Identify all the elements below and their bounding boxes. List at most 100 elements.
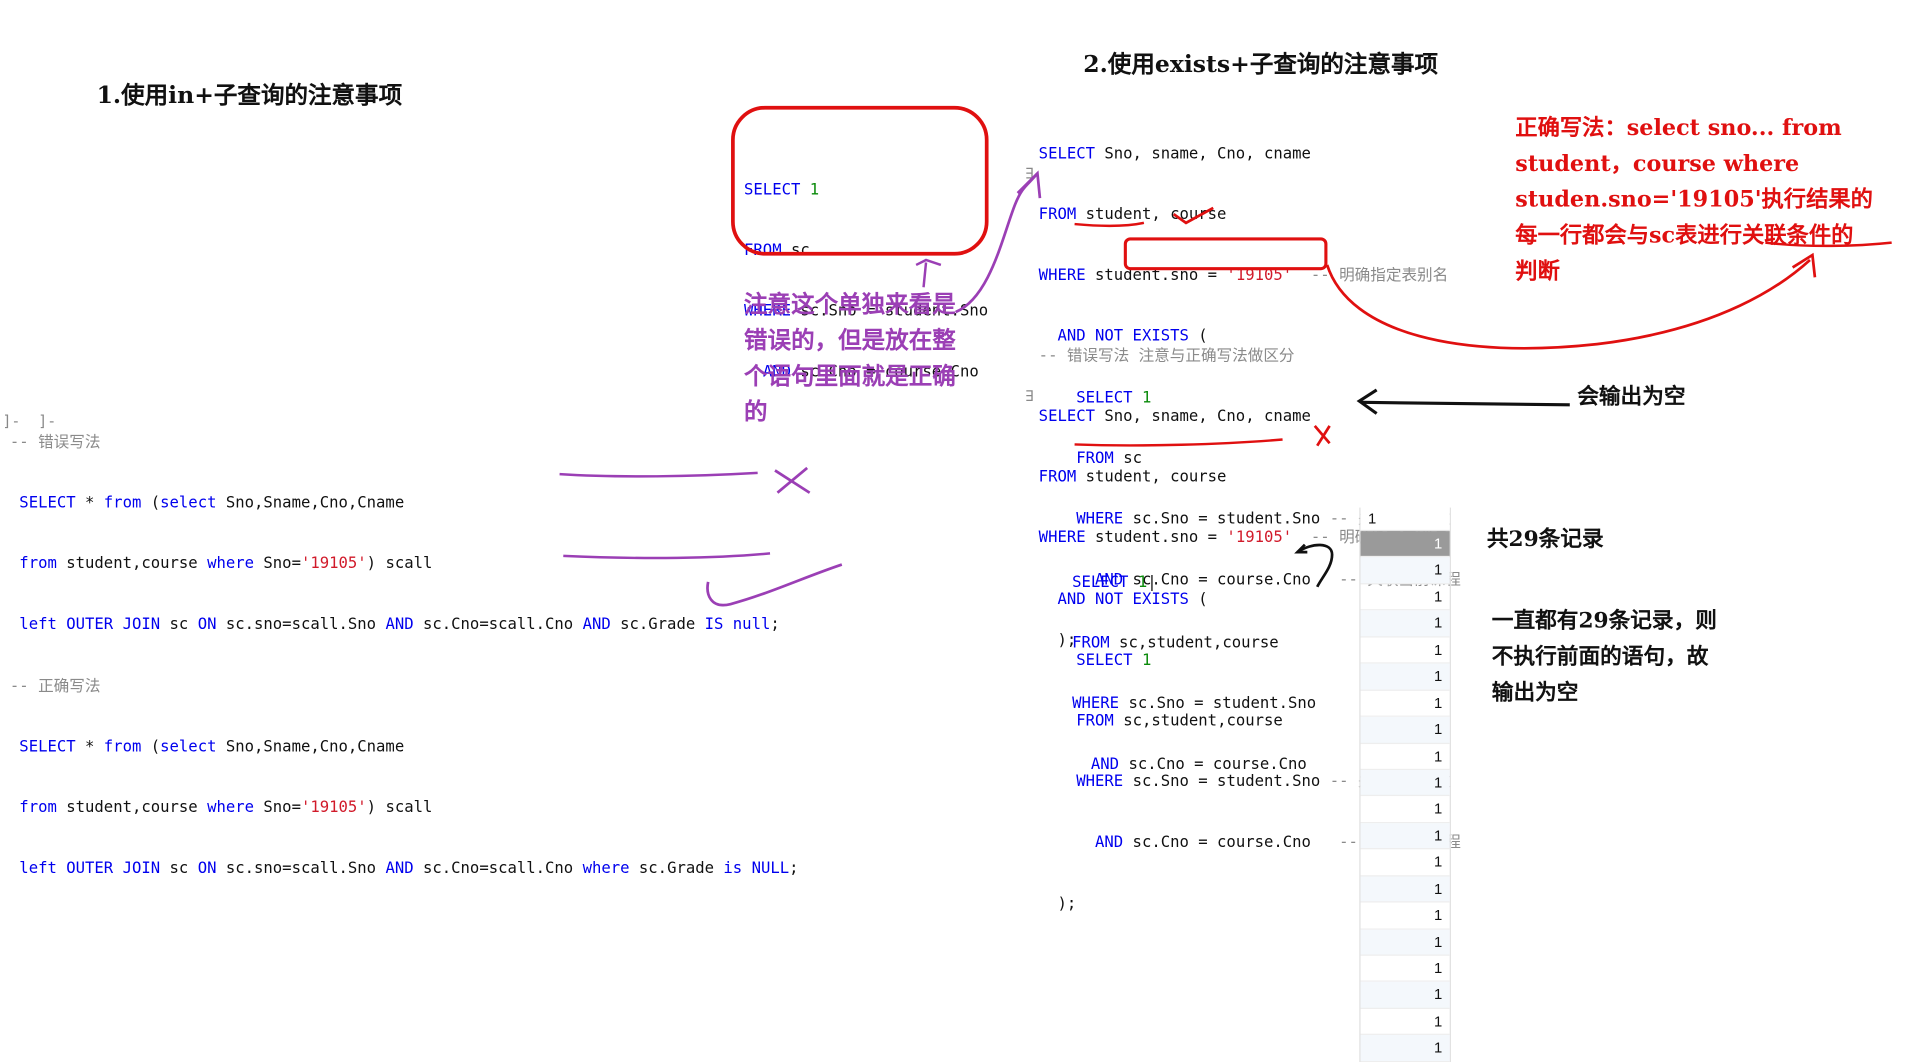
code-text: sc,student,course	[1109, 632, 1279, 652]
heading-in-subquery: 1.使用in+子查询的注意事项	[96, 81, 403, 109]
comment: -- 错误写法	[9, 431, 101, 451]
result-grid-cell[interactable]: 1	[1360, 823, 1450, 850]
fold-marker[interactable]: ∃	[1025, 163, 1034, 183]
purple-note: 注意这个单独来看是 错误的，但是放在整 个语句里面就是正确 的	[744, 290, 956, 426]
result-grid-cell[interactable]: 1	[1360, 531, 1450, 558]
keyword: OUTER JOIN	[56, 858, 161, 877]
left-code-editor[interactable]: -- 错误写法 SELECT * from (select Sno,Sname,…	[10, 391, 799, 919]
result-grid-cell[interactable]: 1	[1360, 663, 1450, 691]
code-line: FROM sc	[744, 240, 988, 260]
code-text: sc	[160, 614, 198, 634]
result-grid-cell[interactable]: 1	[1360, 769, 1450, 797]
code-line: -- 错误写法	[10, 432, 799, 452]
explanation-note: 一直都有29条记录，则 不执行前面的语句，故 输出为空	[1491, 609, 1717, 706]
code-text: sc.sno=scall.Sno	[216, 614, 386, 634]
keyword: is	[723, 858, 743, 877]
code-text: Sno,Sname,Cno,Cname	[216, 492, 405, 512]
code-line: AND sc.Cno = course.Cno	[1072, 754, 1316, 774]
result-grid-cell[interactable]: 1	[1360, 929, 1450, 956]
code-line: -- 正确写法	[10, 675, 799, 695]
code-line: WHERE student.sno = '19105' -- 明确指定表别名	[1039, 265, 1461, 285]
keyword: left	[19, 858, 57, 877]
code-line: from student,course where Sno='19105') s…	[10, 797, 799, 817]
keyword: AND	[1090, 754, 1120, 774]
keyword: ON	[197, 614, 217, 634]
keyword: from	[103, 492, 142, 512]
code-text: );	[1057, 893, 1077, 912]
result-grid-cell[interactable]: 1	[1360, 956, 1450, 983]
code-text: sc	[160, 858, 198, 877]
code-line: SELECT 1	[744, 179, 988, 199]
code-text: sc.Sno = student.Sno	[1119, 693, 1317, 713]
keyword: SELECT	[1038, 143, 1096, 162]
code-line: SELECT Sno, sname, Cno, cname	[1039, 406, 1461, 426]
keyword: from	[103, 736, 142, 755]
code-text: (	[141, 736, 161, 755]
keyword: IS	[704, 614, 724, 634]
keyword: where	[582, 858, 630, 877]
keyword: from	[19, 797, 57, 816]
result-grid-cell[interactable]: 1	[1360, 1035, 1450, 1062]
code-line: SELECT Sno, sname, Cno, cname	[1039, 143, 1461, 163]
result-grid-header[interactable]: 1	[1360, 507, 1450, 532]
result-grid[interactable]: 1 11111111111111111111	[1359, 507, 1451, 1062]
keyword: SELECT	[744, 179, 801, 198]
string-literal: '19105'	[300, 797, 367, 816]
code-line: SELECT * from (select Sno,Sname,Cno,Cnam…	[10, 736, 799, 756]
standalone-query-code[interactable]: SELECT 1| FROM sc,student,course WHERE s…	[1072, 531, 1316, 815]
code-line: left OUTER JOIN sc ON sc.sno=scall.Sno A…	[10, 858, 799, 878]
number-literal: 1	[1137, 571, 1148, 591]
code-text: sc.Cno = course.Cno	[1119, 754, 1307, 774]
result-grid-cell[interactable]: 1	[1360, 982, 1450, 1009]
result-grid-cell[interactable]: 1	[1360, 557, 1450, 585]
comment: -- 正确写法	[9, 675, 101, 695]
keyword: where	[207, 797, 255, 816]
comment: -- 明确指定表别名	[1292, 265, 1449, 284]
code-line: left OUTER JOIN sc ON sc.sno=scall.Sno A…	[10, 615, 799, 635]
code-line: FROM sc,student,course	[1072, 633, 1316, 653]
keyword: SELECT	[19, 736, 76, 755]
code-text: student,course	[56, 797, 208, 816]
code-line: WHERE sc.Sno = student.Sno	[1072, 694, 1316, 714]
result-grid-cell[interactable]: 1	[1360, 584, 1450, 611]
result-grid-cell[interactable]: 1	[1360, 796, 1450, 824]
keyword: FROM	[1038, 466, 1077, 486]
heading-exists-subquery: 2.使用exists+子查询的注意事项	[1083, 50, 1439, 78]
keyword: FROM	[1072, 632, 1110, 652]
result-grid-cell[interactable]: 1	[1360, 610, 1450, 638]
keyword: from	[19, 553, 57, 573]
code-text: ;	[770, 614, 780, 634]
keyword: AND	[385, 858, 414, 877]
keyword: select	[160, 492, 217, 512]
code-text: *	[75, 736, 104, 755]
keyword: NULL	[751, 858, 790, 877]
string-literal: '19105'	[300, 553, 367, 573]
result-grid-cell[interactable]: 1	[1360, 850, 1450, 877]
result-grid-cell[interactable]: 1	[1360, 1009, 1450, 1036]
result-grid-cell[interactable]: 1	[1360, 637, 1450, 664]
keyword: SELECT	[19, 492, 76, 512]
code-text: student.sno =	[1085, 265, 1227, 284]
output-empty-note: 会输出为空	[1577, 385, 1686, 410]
code-line: SELECT 1|	[1072, 572, 1316, 592]
result-grid-cell[interactable]: 1	[1360, 690, 1450, 717]
code-text: Sno, sname, Cno, cname	[1095, 143, 1311, 162]
code-text: sc.Cno = course.Cno	[1123, 832, 1311, 852]
result-grid-cell[interactable]: 1	[1360, 903, 1450, 930]
keyword: SELECT	[1038, 406, 1096, 425]
result-grid-cell[interactable]: 1	[1360, 876, 1450, 903]
code-text: sc.Cno=scall.Cno	[413, 614, 583, 634]
code-text: sc.Grade	[629, 858, 724, 877]
result-grid-cell[interactable]: 1	[1360, 743, 1450, 770]
code-text: *	[75, 492, 104, 512]
code-line: FROM student, course	[1039, 204, 1461, 224]
keyword: FROM	[744, 240, 782, 259]
fold-marker[interactable]: ∃	[1025, 386, 1034, 406]
keyword: AND	[582, 614, 611, 634]
result-grid-cell[interactable]: 1	[1360, 716, 1450, 744]
code-text: student, course	[1076, 204, 1227, 223]
keyword: ON	[197, 858, 217, 877]
code-text: student, course	[1076, 466, 1227, 486]
code-text: ) scall	[366, 553, 433, 573]
keyword: WHERE	[1038, 265, 1086, 284]
